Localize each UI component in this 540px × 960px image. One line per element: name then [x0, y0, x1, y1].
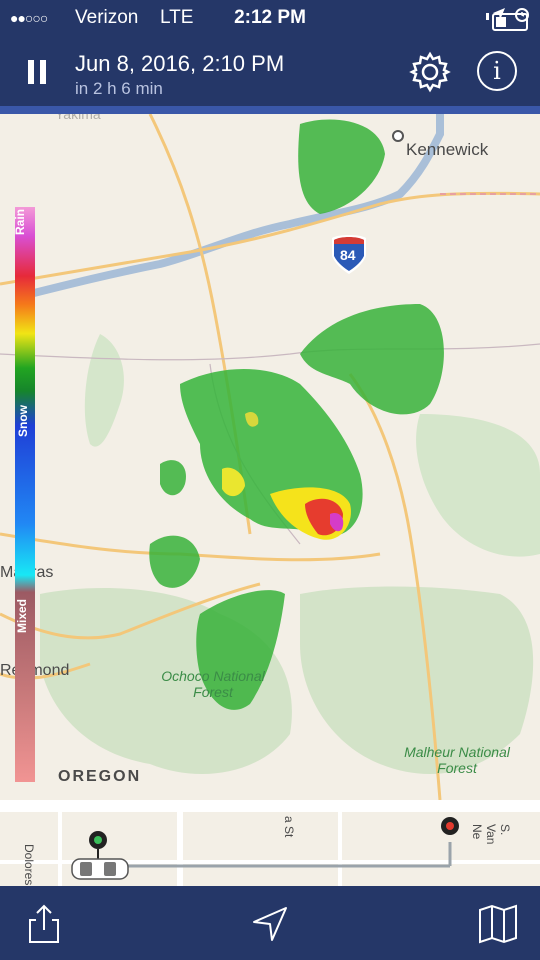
- legend-label-mixed: Mixed: [15, 598, 30, 634]
- map-label-malheur: Malheur National Forest: [404, 744, 510, 776]
- legend-label-snow: Snow: [16, 405, 30, 437]
- forecast-timestamp: Jun 8, 2016, 2:10 PM: [75, 51, 285, 76]
- header-accent-line: [0, 106, 540, 114]
- precipitation-legend: [15, 207, 35, 782]
- interstate-number: 84: [340, 247, 356, 263]
- route-timeline[interactable]: Dolores St a St S. Van Ne: [0, 800, 540, 900]
- forecast-offset: in 2 h 6 min: [75, 79, 163, 98]
- car-icon: [71, 858, 129, 880]
- battery-icon: [492, 13, 528, 31]
- route-end-pin-icon: [441, 817, 459, 835]
- map-label-kennewick: Kennewick: [406, 140, 489, 159]
- status-time: 2:12 PM: [234, 7, 306, 28]
- app-header: Jun 8, 2016, 2:10 PM in 2 h 6 min i: [0, 36, 540, 110]
- location-arrow-icon[interactable]: [248, 902, 292, 946]
- status-bar: ●●○○○ Verizon LTE 2:12 PM: [0, 0, 540, 36]
- map-label-oregon: OREGON: [58, 768, 142, 785]
- legend-label-rain: Rain: [13, 208, 28, 236]
- info-button[interactable]: i: [477, 51, 517, 91]
- street-label-van-ness: S. Van Ne: [470, 824, 512, 845]
- map-label-ochoco: Ochoco National Forest: [161, 668, 265, 700]
- bottom-toolbar: [0, 886, 540, 960]
- battery-cap: [486, 13, 489, 20]
- settings-gear-icon[interactable]: [408, 50, 452, 94]
- share-icon[interactable]: [22, 902, 66, 946]
- map-label-yakima: Yakima: [55, 114, 101, 122]
- pause-button[interactable]: [26, 60, 48, 84]
- radar-map[interactable]: Kennewick Yakima chland 84 Madras Redmon…: [0, 114, 540, 800]
- map-book-icon[interactable]: [476, 902, 520, 946]
- street-label-a-st: a St: [282, 816, 296, 838]
- timeline-map: [0, 812, 540, 886]
- status-icons: [486, 6, 530, 31]
